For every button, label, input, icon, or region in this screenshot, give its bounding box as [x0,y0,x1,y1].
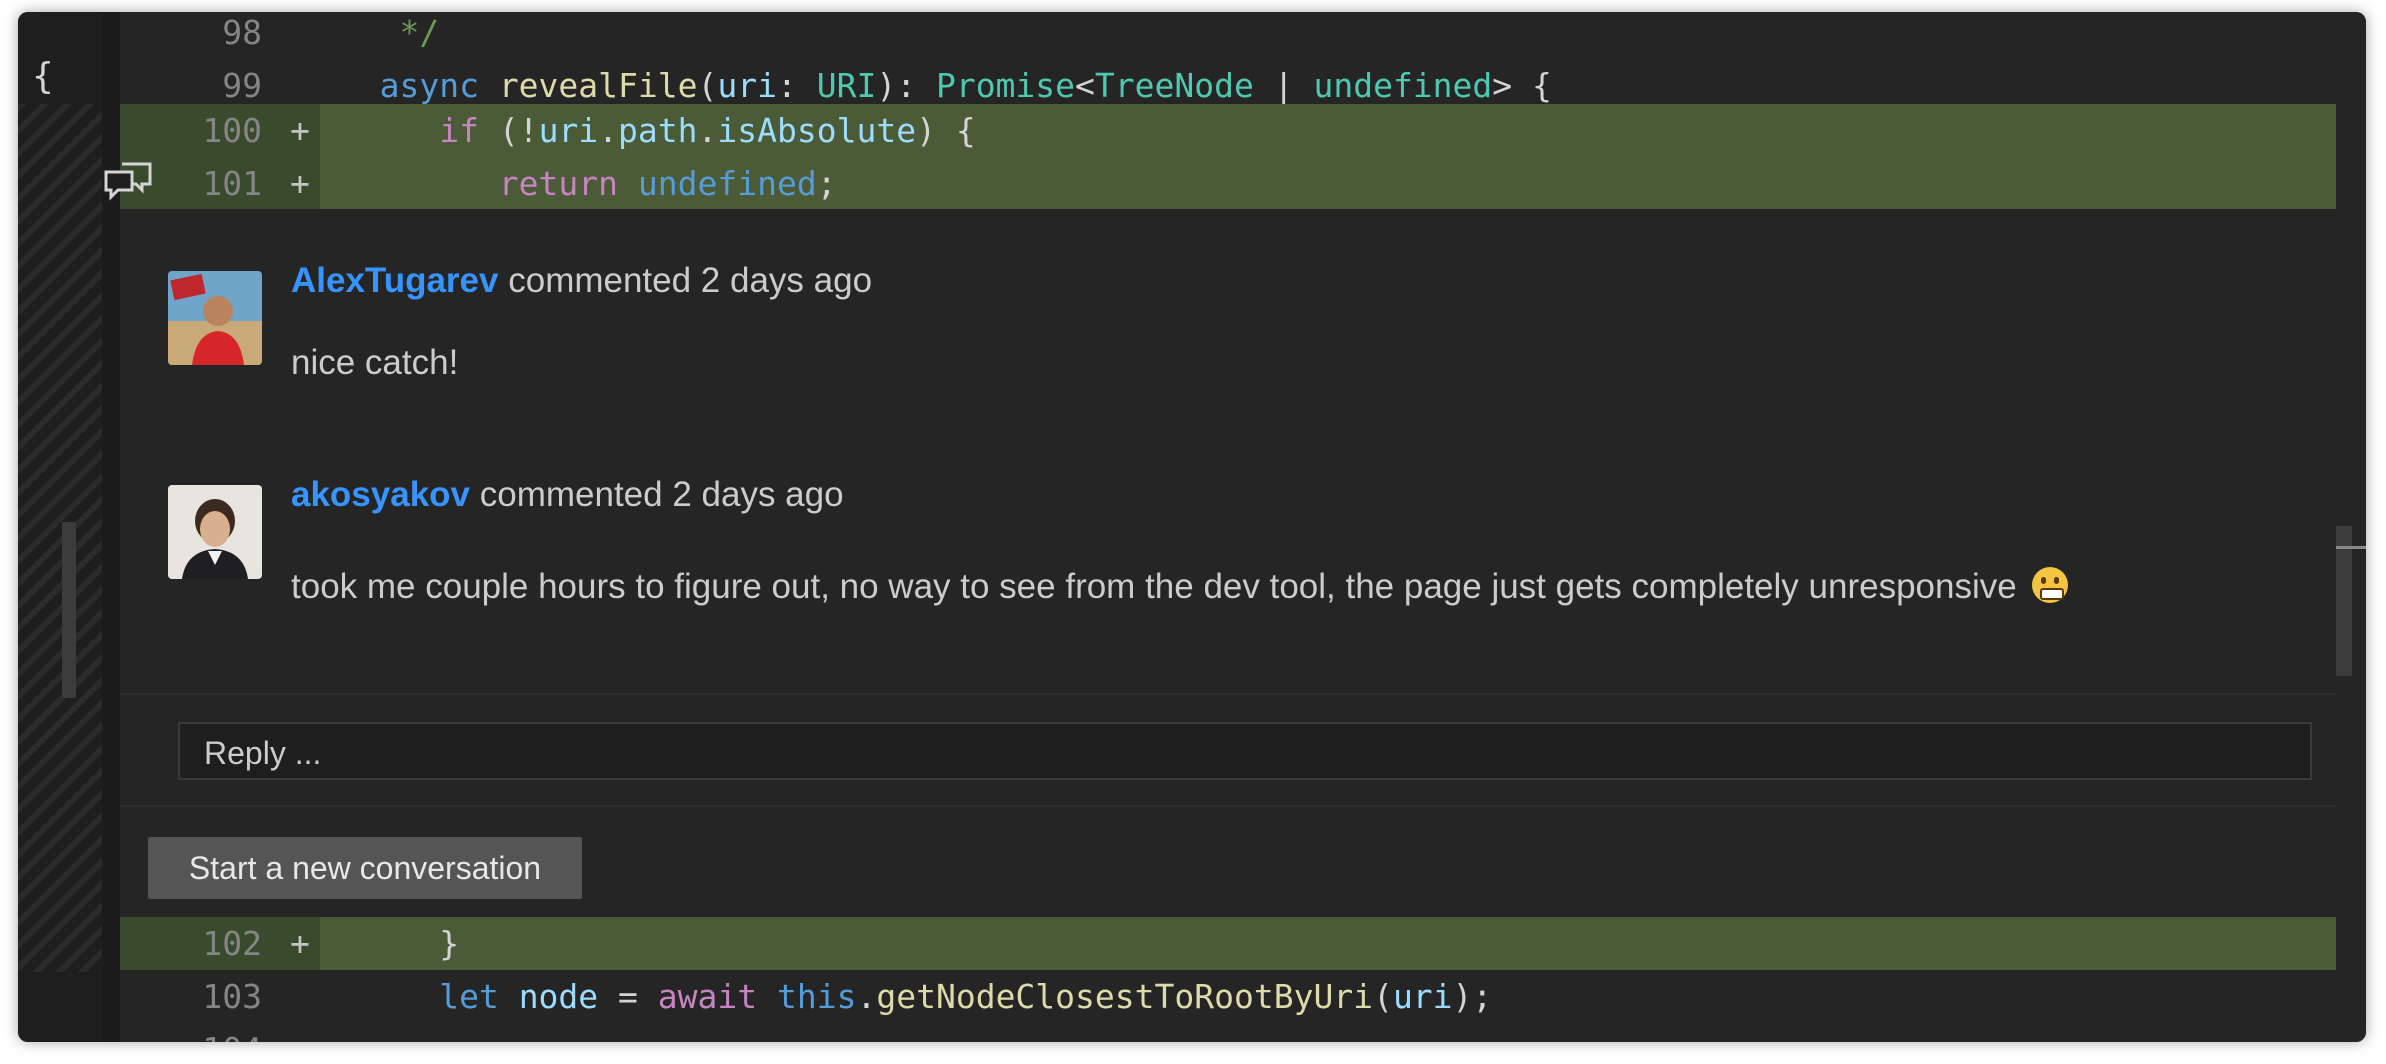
code-line-102[interactable]: 102 + } [120,917,2366,970]
code-token: node [518,977,599,1016]
comment-discussion-icon[interactable] [102,158,154,202]
code-token: . [598,111,619,150]
code-token: let [320,977,519,1016]
avatar[interactable] [168,271,262,365]
editor-window: { 98 */ 99 async revealFile(uri: URI): P… [18,12,2366,1042]
start-new-conversation-button[interactable]: Start a new conversation [148,837,582,899]
comment-meta: commented 2 days ago [498,261,873,300]
comment-author-link[interactable]: AlexTugarev [291,261,499,300]
line-number: 98 [222,13,262,52]
thread-divider [120,805,2336,807]
added-marker: + [290,924,310,963]
code-token: revealFile [498,66,698,105]
code-token: | [1253,66,1314,105]
code-line-103[interactable]: 103 let node = await this.getNodeClosest… [120,970,2366,1023]
code-token: this [777,977,857,1016]
code-token: uri [717,66,777,105]
code-token: > { [1492,66,1552,105]
line-number: 101 [202,164,262,203]
fold-brace[interactable]: { [32,56,54,97]
code-line-98[interactable]: 98 */ [120,12,2366,59]
code-token: . [697,111,718,150]
code-token: return [320,164,638,203]
vertical-scrollbar[interactable] [2336,12,2366,1042]
code-token: path [618,111,698,150]
reply-input[interactable]: Reply ... [178,722,2312,780]
gutter-hatch [18,104,102,972]
code-token: (! [498,111,539,150]
code-token: isAbsolute [717,111,917,150]
code-text: return undefined; [320,157,837,210]
scrollbar-marker [2336,546,2366,549]
code-line-100[interactable]: 100 + if (!uri.path.isAbsolute) { [120,104,2366,157]
line-number: 102 [202,924,262,963]
code-token: } [320,924,460,963]
code-token: ( [697,66,718,105]
code-token: if [320,111,499,150]
code-token: . [856,977,877,1016]
code-token: ; [816,164,837,203]
code-text: if (!uri.path.isAbsolute) { [320,104,976,157]
code-token: < [1075,66,1095,105]
code-token: ): [876,66,936,105]
avatar[interactable] [168,485,262,579]
code-token: uri [538,111,599,150]
code-token: TreeNode [1094,66,1254,105]
code-token: URI [816,66,877,105]
line-number: 103 [202,977,262,1016]
comment-body: nice catch! [291,343,459,382]
line-number: 104 [202,1023,262,1042]
code-token: ); [1452,977,1493,1016]
code-token: async [320,66,499,105]
comment-thread: AlexTugarev commented 2 days ago nice ca… [120,209,2336,923]
code-text: */ [320,12,439,59]
grimacing-face-emoji [2032,567,2069,603]
code-token: : [776,66,817,105]
code-line-101[interactable]: 101 + return undefined; [120,157,2366,210]
thread-divider [120,693,2336,695]
code-token: undefined [637,164,817,203]
code-token: */ [320,13,440,52]
line-number: 100 [202,111,262,150]
added-marker: + [290,164,310,203]
added-marker: + [290,111,310,150]
code-line-104[interactable]: 104 [120,1023,2366,1042]
code-token: await [657,977,777,1016]
code-text: } [320,917,459,970]
code-token: undefined [1313,66,1493,105]
code-text: let node = await this.getNodeClosestToRo… [320,970,1492,1023]
code-token: Promise [935,66,1076,105]
code-token: = [598,977,658,1016]
comment-meta: commented 2 days ago [470,475,844,514]
code-token: ( [1373,977,1393,1016]
gutter-scroll-indicator[interactable] [62,522,76,698]
code-token: getNodeClosestToRootByUri [876,977,1374,1016]
code-token: uri [1392,977,1453,1016]
code-token: ) { [916,111,976,150]
comment-body: took me couple hours to figure out, no w… [291,567,2027,606]
comment-author-link[interactable]: akosyakov [291,475,470,514]
